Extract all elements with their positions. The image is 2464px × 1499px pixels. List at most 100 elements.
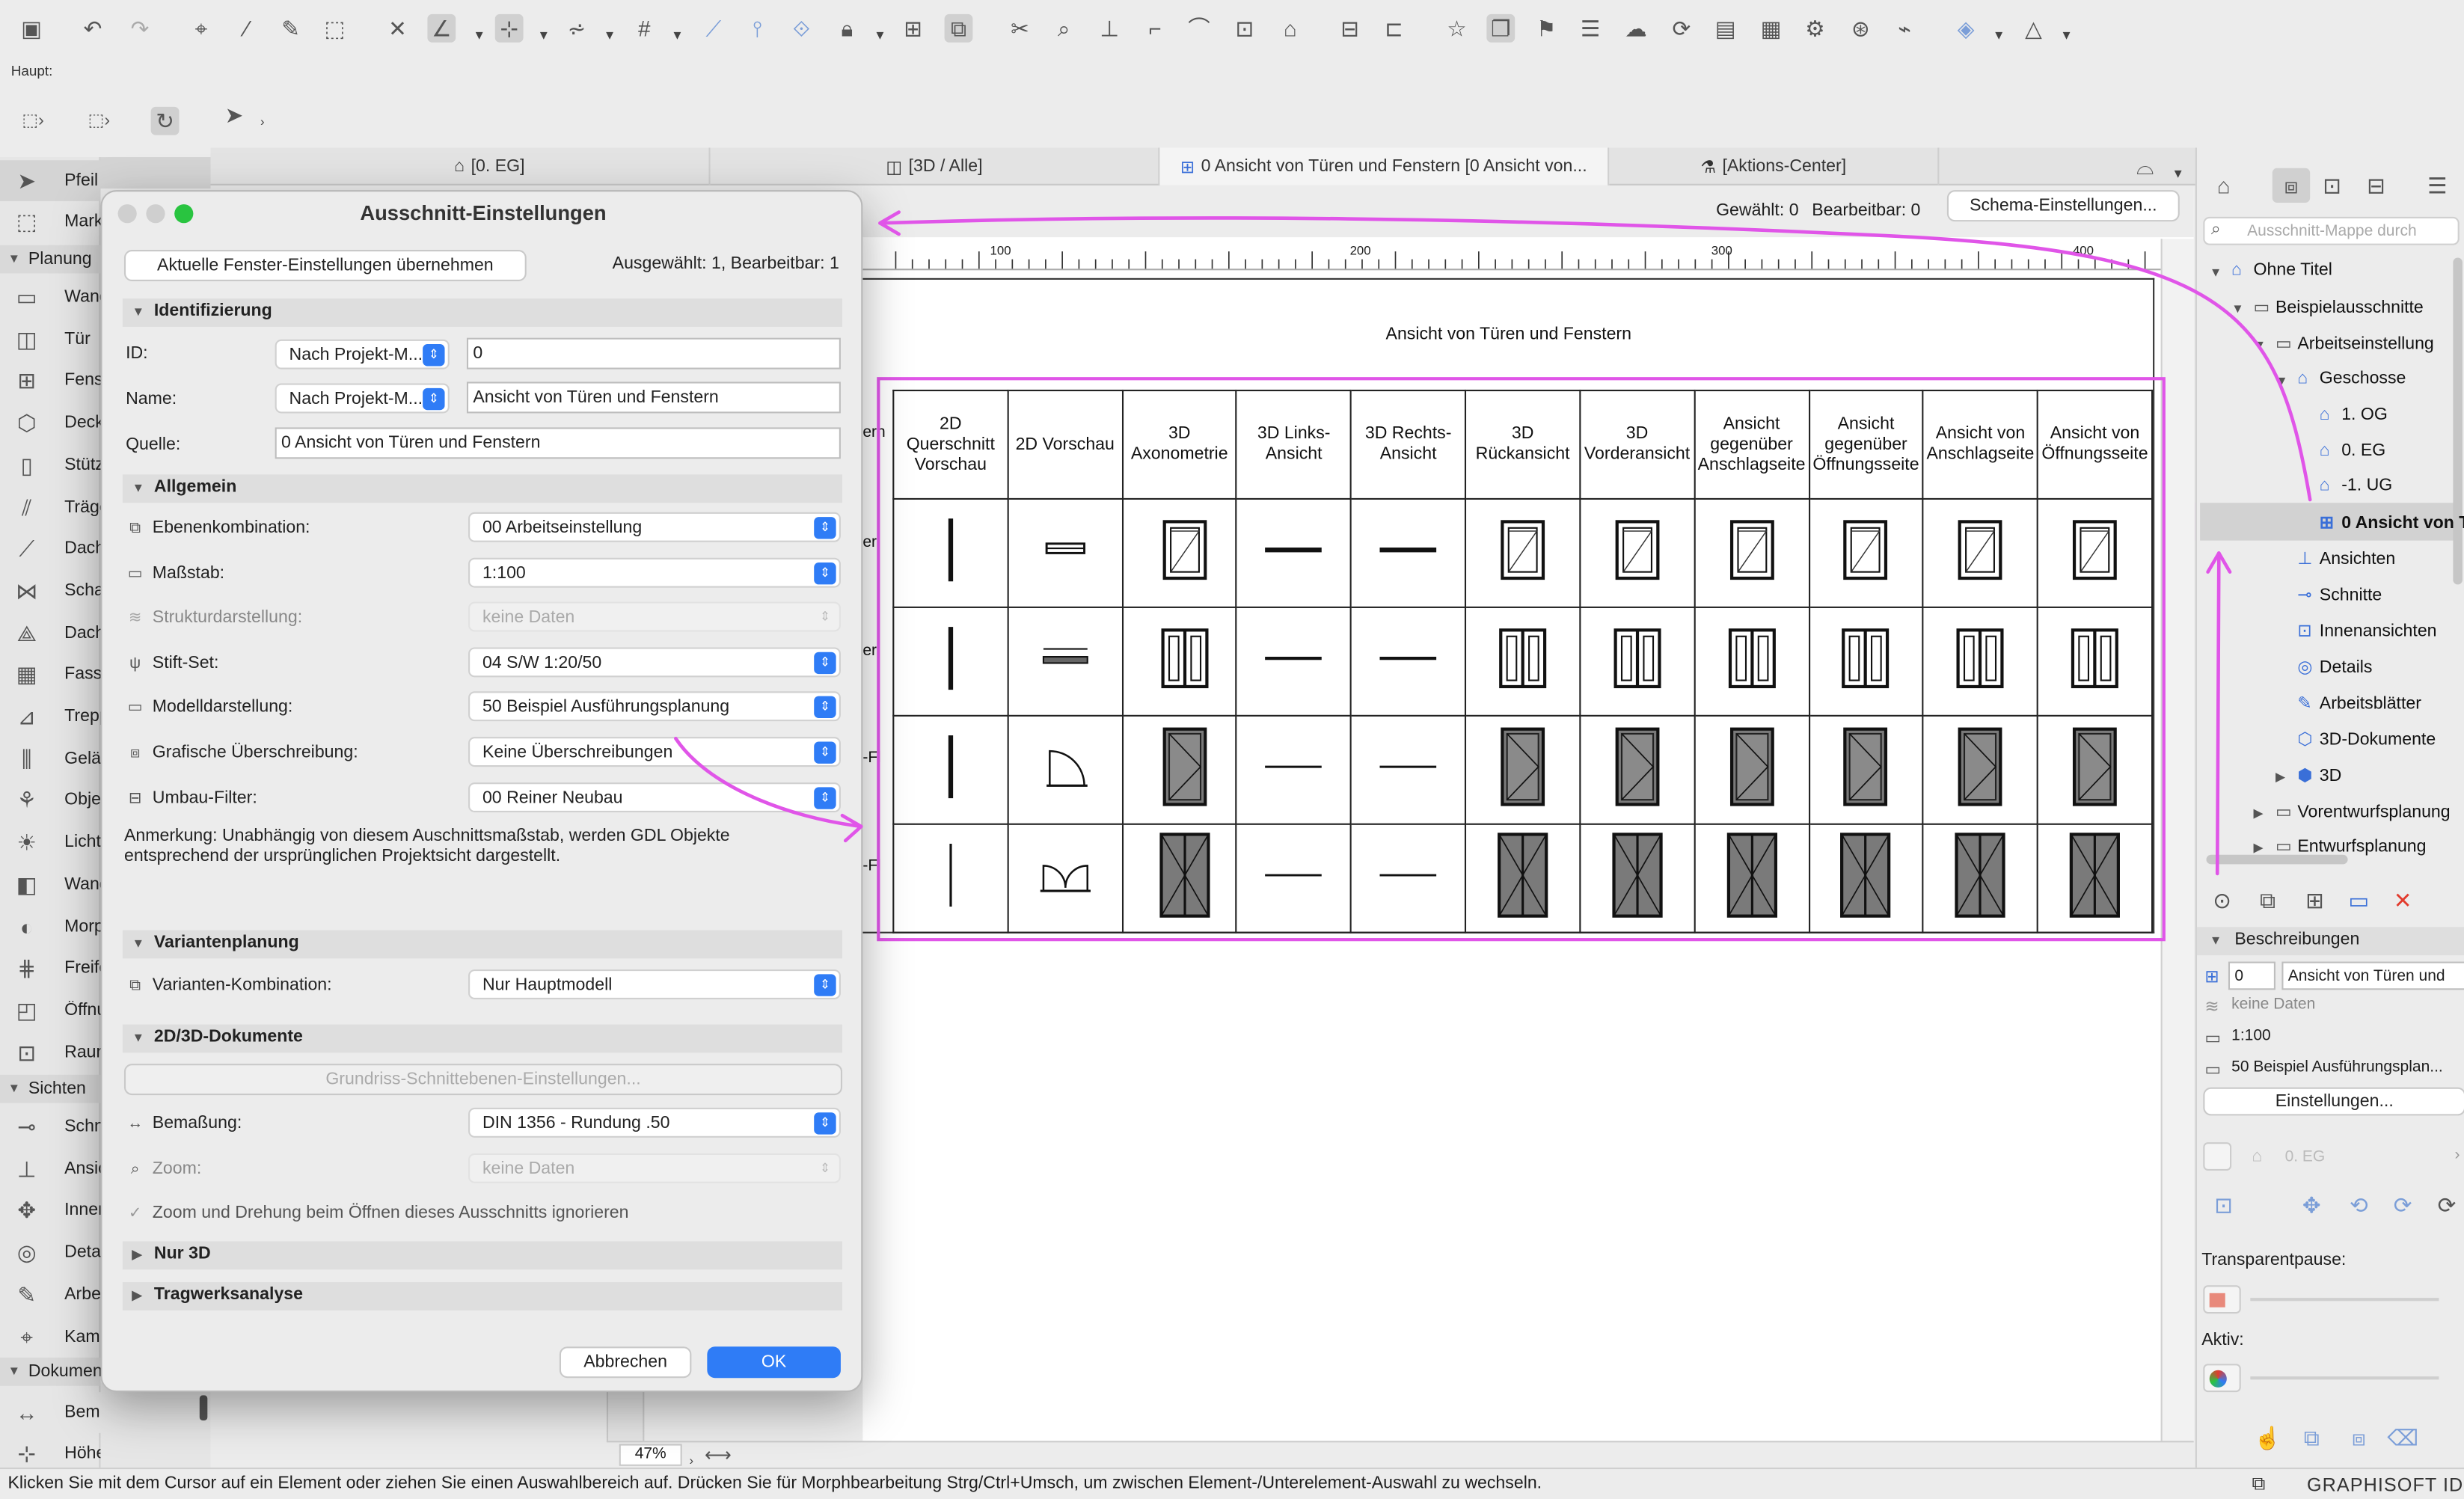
split-icon[interactable]: ⊡	[1231, 14, 1259, 43]
chevron-down-icon[interactable]: ▼	[473, 22, 485, 50]
section-tragwerksanalyse[interactable]: ▶ Tragwerksanalyse	[122, 1282, 843, 1311]
undo-icon[interactable]: ↶	[79, 14, 107, 43]
tab-action-center[interactable]: ⚗ [Aktions-Center]	[1609, 147, 1940, 186]
rect-select-icon[interactable]: ⬚›	[85, 107, 113, 135]
section-dokumente[interactable]: ▼ 2D/3D-Dokumente	[122, 1024, 843, 1053]
tab-3d[interactable]: ◫ [3D / Alle]	[711, 147, 1160, 186]
window-icon[interactable]: ⧉	[2252, 1472, 2265, 1496]
group-icon[interactable]: ⊞	[899, 14, 928, 43]
tool-planung-14[interactable]: ◧Wandöffnung	[0, 864, 102, 905]
lock-icon[interactable]: 🔒︎	[833, 14, 861, 43]
cone-icon[interactable]: ◈	[1952, 14, 1980, 43]
publisher-icon[interactable]: ⊟	[2362, 171, 2391, 200]
tool-planung-12[interactable]: ⚘Objekt	[0, 780, 102, 821]
tool-sichten-5[interactable]: ⌖Kamera	[0, 1316, 102, 1357]
general-row-select[interactable]: 50 Beispiel Ausführungsplanung ⇕	[468, 692, 841, 722]
chevron-down-icon[interactable]: ▼	[2210, 266, 2222, 280]
vertical-scrollbar[interactable]	[2160, 239, 2194, 1444]
marquee-select-icon[interactable]: ⬚›	[19, 107, 47, 135]
nav-tree-item[interactable]: ▭ Arbeitseinstellung	[2275, 333, 2434, 353]
tool-planung-17[interactable]: ◰Öffnung	[0, 990, 102, 1031]
tool-planung-16[interactable]: ⋕Freiform	[0, 948, 102, 989]
chevron-right-icon[interactable]: ›	[256, 108, 269, 137]
tool-planung-10[interactable]: ⊿Treppe	[0, 696, 102, 738]
grundriss-settings-button[interactable]: Grundriss-Schnittebenen-Einstellungen...	[123, 1064, 843, 1096]
toolbox-scrollbar[interactable]	[199, 1395, 208, 1420]
desc-name-field[interactable]: Ansicht von Türen und	[2281, 961, 2464, 990]
active-slider[interactable]	[2250, 1376, 2439, 1380]
cancel-button[interactable]: Abbrechen	[559, 1346, 692, 1379]
nav-tree-item[interactable]: ▭ Entwurfsplanung	[2275, 836, 2427, 856]
tool-sichten-4[interactable]: ✎Arbeitsblatt	[0, 1274, 102, 1315]
nav-tree-item[interactable]: ⊡ Innenansichten	[2297, 621, 2436, 641]
measure-icon[interactable]: ⟐	[788, 14, 816, 43]
minimize-panel[interactable]	[606, 1388, 645, 1443]
zoom-select[interactable]: keine Daten ⇕	[468, 1153, 841, 1183]
name-mode-select[interactable]: Nach Projekt-M... ⇕	[275, 383, 450, 414]
star-icon[interactable]: ☆	[1443, 14, 1471, 43]
image-icon[interactable]: ▤	[1711, 14, 1740, 43]
tool-planung-5[interactable]: ⫽Träger	[0, 486, 102, 527]
section-allgemein[interactable]: ▼ Allgemein	[122, 474, 843, 503]
magic-wand-icon[interactable]: ⁄	[233, 14, 261, 43]
save-icon[interactable]: ▣	[17, 14, 46, 43]
redo-icon[interactable]: ↷	[126, 14, 154, 43]
grid-icon[interactable]: #	[630, 14, 658, 43]
section-variantenplanung[interactable]: ▼ Variantenplanung	[122, 930, 843, 959]
tool-sichten-0[interactable]: ⊸Schnitt	[0, 1106, 102, 1147]
ok-button[interactable]: OK	[707, 1346, 841, 1379]
elevate-icon[interactable]: ⊥	[1095, 14, 1124, 43]
chevron-down-icon[interactable]: ▼	[2254, 337, 2267, 352]
tool-planung-4[interactable]: ▯Stütze	[0, 444, 102, 485]
arrow-icon[interactable]: ⟋	[699, 14, 728, 43]
view-options-icon[interactable]: ⌓	[2131, 153, 2160, 181]
nav-tree-item[interactable]: ⌂ -1. UG	[2320, 476, 2392, 495]
tool-sichten-1[interactable]: ⊥Ansicht	[0, 1148, 102, 1189]
nav-tree-item[interactable]: ⌂ 1. OG	[2320, 405, 2388, 423]
corner-icon[interactable]: ⌐	[1141, 14, 1169, 43]
home-icon[interactable]: ⌂	[1276, 14, 1305, 43]
chevron-down-icon[interactable]: ▼	[2275, 373, 2288, 387]
sync-icon[interactable]: ⟳	[1667, 14, 1696, 43]
tool-planung-7[interactable]: ⋈Schale	[0, 570, 102, 611]
graphisoft-brand[interactable]: GRAPHISOFT ID	[2307, 1474, 2463, 1495]
general-row-select[interactable]: 04 S/W 1:20/50 ⇕	[468, 647, 841, 677]
active-color-swatch[interactable]	[2203, 1364, 2241, 1393]
chevron-right-icon[interactable]: ▶	[2254, 806, 2264, 820]
sheet-icon[interactable]: ⊟	[1336, 14, 1364, 43]
chevron-down-icon[interactable]: ▼	[604, 22, 616, 50]
nav-tree-item[interactable]: ⌂ Ohne Titel	[2231, 261, 2332, 280]
flag-icon[interactable]: ⚑	[1532, 14, 1560, 43]
graphic-icon[interactable]: ⩫	[563, 14, 591, 43]
script-icon[interactable]: ▦	[1757, 14, 1786, 43]
offset-icon[interactable]: ⬚	[321, 14, 349, 43]
desc-id-field[interactable]: 0	[2228, 961, 2275, 990]
rotate-icon[interactable]: ↻	[150, 106, 180, 135]
general-row-select[interactable]: 00 Reiner Neubau ⇕	[468, 782, 841, 812]
bemassung-select[interactable]: DIN 1356 - Rundung .50 ⇕	[468, 1107, 841, 1138]
general-row-select[interactable]: 1:100 ⇕	[468, 557, 841, 587]
zoom-field[interactable]: 47%	[619, 1444, 682, 1466]
library-icon[interactable]: ⊏	[1380, 14, 1409, 43]
refresh-view-icon[interactable]: ⟳	[2388, 1191, 2417, 1219]
menu-icon[interactable]: ☰	[2423, 171, 2451, 200]
new-folder-icon[interactable]: ⊞	[2301, 886, 2329, 915]
tree-scrollbar[interactable]	[2453, 257, 2463, 585]
story-checkbox[interactable]	[2203, 1142, 2232, 1171]
tool-planung-3[interactable]: ⬡Decke	[0, 402, 102, 444]
project-map-icon[interactable]: ⌂	[2210, 171, 2238, 200]
transparent-slider[interactable]	[2250, 1298, 2439, 1302]
id-mode-select[interactable]: Nach Projekt-M... ⇕	[275, 339, 450, 370]
render-icon[interactable]: ⊛	[1846, 14, 1875, 43]
tool-planung-0[interactable]: ▭Wand	[0, 277, 102, 318]
sync-icon[interactable]: ⟳	[2433, 1191, 2461, 1219]
nav-tree-item[interactable]: ⌂ Geschosse	[2297, 369, 2406, 387]
transparent-color-swatch[interactable]	[2203, 1285, 2241, 1314]
apply-window-settings-button[interactable]: Aktuelle Fenster-Einstellungen übernehme…	[123, 249, 527, 282]
checkbox-icon[interactable]: ✓	[126, 1205, 144, 1224]
fit-width-icon[interactable]: ⟷	[704, 1441, 732, 1469]
cross-icon[interactable]: ✕	[384, 14, 412, 43]
navigator-settings-button[interactable]: Einstellungen...	[2203, 1087, 2464, 1116]
toolbox-section-planung[interactable]: Planung	[0, 245, 101, 274]
section-nur-3d[interactable]: ▶ Nur 3D	[122, 1241, 843, 1270]
